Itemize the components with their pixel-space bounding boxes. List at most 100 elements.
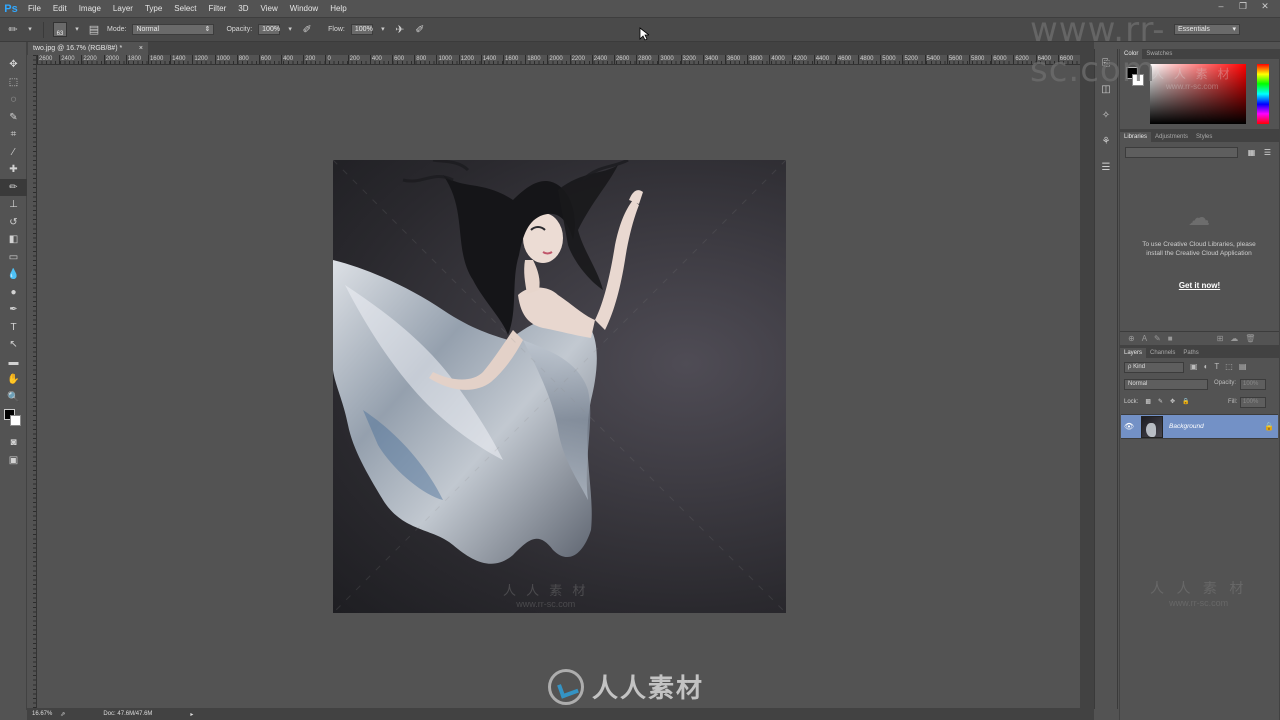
filter-smart-object-icon[interactable]: ▤ [1239, 362, 1247, 371]
flow-field[interactable]: 100% [350, 24, 373, 35]
trash-icon[interactable]: 🗑 [1245, 334, 1255, 343]
brush-tool-icon[interactable]: ✏ [0, 178, 27, 196]
zoom-tool-icon[interactable]: 🔍 [0, 389, 27, 407]
export-icon[interactable]: ⇗ [60, 711, 65, 718]
rectangle-tool-icon[interactable]: ▬ [0, 354, 27, 372]
move-tool-icon[interactable]: ✥ [0, 56, 27, 74]
lasso-tool-icon[interactable]: ◌ [0, 91, 27, 109]
tab-adjustments[interactable]: Adjustments [1151, 132, 1192, 142]
document-tab[interactable]: two.jpg @ 16.7% (RGB/8#) * × [28, 42, 148, 55]
canvas-area[interactable]: 人 人 素 材 www.rr-sc.com [37, 66, 1080, 710]
blend-mode-select[interactable]: Normal [1124, 379, 1208, 390]
chevron-down-icon[interactable]: ▾ [26, 23, 34, 37]
menu-file[interactable]: File [22, 0, 47, 17]
chevron-down-icon[interactable]: ▾ [73, 23, 81, 37]
clone-source-icon[interactable]: ⚘ [1095, 133, 1117, 151]
pen-tool-icon[interactable]: ✒ [0, 301, 27, 319]
lock-transparent-icon[interactable]: ▩ [1145, 398, 1151, 405]
menu-image[interactable]: Image [73, 0, 107, 17]
add-text-icon[interactable]: A [1142, 334, 1147, 343]
filter-adjustment-icon[interactable]: ◐ [1204, 362, 1209, 371]
tab-layers[interactable]: Layers [1120, 348, 1147, 358]
layer-opacity-field[interactable]: 100% [1240, 379, 1266, 390]
menu-layer[interactable]: Layer [107, 0, 139, 17]
vertical-ruler[interactable] [27, 55, 37, 710]
lock-position-icon[interactable]: ✥ [1170, 398, 1175, 405]
layer-filter-kind[interactable]: ρ Kind [1124, 362, 1184, 373]
brush-size-picker[interactable]: 63 [53, 22, 67, 37]
horizontal-ruler[interactable]: 2600 2400 2200 2000 1800 1600 1400 1200 1000 800 6… [37, 55, 1080, 65]
close-tab-icon[interactable]: × [139, 42, 143, 55]
add-brush-icon[interactable]: ✎ [1154, 334, 1161, 343]
lock-all-icon[interactable]: 🔒 [1182, 398, 1189, 405]
opacity-field[interactable]: 100% [258, 24, 281, 35]
chevron-down-icon[interactable]: ▾ [379, 23, 387, 37]
path-selection-tool-icon[interactable]: ↖ [0, 336, 27, 354]
filter-shape-icon[interactable]: ⬚ [1225, 362, 1233, 371]
image-watermark-en: www.rr-sc.com [516, 599, 576, 609]
marquee-tool-icon[interactable]: ⬚ [0, 74, 27, 92]
menu-window[interactable]: Window [284, 0, 324, 17]
add-graphic-icon[interactable]: ⊞ [1217, 334, 1224, 343]
mode-select[interactable]: Normal ⇕ [132, 24, 215, 35]
status-menu-arrow[interactable]: ▸ [190, 711, 193, 718]
color-swatches [0, 406, 27, 434]
healing-brush-tool-icon[interactable]: ✚ [0, 161, 27, 179]
filter-pixel-icon[interactable]: ▣ [1190, 362, 1198, 371]
menu-type[interactable]: Type [139, 0, 168, 17]
ruler-tick-label: 4000 [769, 55, 785, 64]
history-brush-tool-icon[interactable]: ↺ [0, 214, 27, 232]
site-watermark-logo: 人人素材 [548, 668, 704, 705]
ruler-tick-label: 2200 [81, 55, 97, 64]
menu-view[interactable]: View [255, 0, 284, 17]
ruler-tick-label: 2000 [103, 55, 119, 64]
brush-preset-icon[interactable]: ✏ [6, 23, 20, 37]
adjustments-icon[interactable]: ☰ [1095, 159, 1117, 177]
quick-selection-tool-icon[interactable]: ✎ [0, 109, 27, 127]
watermark-logo-icon [548, 668, 584, 705]
brush-presets-icon[interactable]: ✧ [1095, 107, 1117, 125]
get-it-now-link[interactable]: Get it now! [1120, 281, 1279, 290]
tab-styles[interactable]: Styles [1192, 132, 1216, 142]
grid-view-icon[interactable]: ▦ [1246, 147, 1257, 158]
layer-row-background[interactable]: 👁 Background 🔒 [1121, 414, 1278, 439]
layer-name[interactable]: Background [1169, 423, 1264, 430]
gradient-tool-icon[interactable]: ▭ [0, 249, 27, 267]
airbrush-icon[interactable]: ✈ [393, 23, 407, 37]
add-content-icon[interactable]: ⊕ [1128, 334, 1135, 343]
dodge-tool-icon[interactable]: ● [0, 284, 27, 302]
menu-select[interactable]: Select [168, 0, 202, 17]
screen-mode-icon[interactable]: ▣ [0, 452, 27, 470]
pressure-size-icon[interactable]: ✐ [413, 23, 427, 37]
menu-help[interactable]: Help [324, 0, 352, 17]
fill-field[interactable]: 100% [1240, 397, 1266, 408]
tab-libraries[interactable]: Libraries [1120, 132, 1152, 142]
lock-pixels-icon[interactable]: ✎ [1158, 398, 1163, 405]
document-image[interactable]: 人 人 素 材 www.rr-sc.com [333, 160, 786, 613]
filter-type-icon[interactable]: T [1214, 362, 1219, 371]
hand-tool-icon[interactable]: ✋ [0, 371, 27, 389]
ruler-tick-label: 2400 [59, 55, 75, 64]
menu-filter[interactable]: Filter [203, 0, 233, 17]
tab-channels[interactable]: Channels [1146, 348, 1179, 358]
cloud-sync-icon[interactable]: ☁ [1230, 334, 1238, 343]
visibility-eye-icon[interactable]: 👁 [1121, 422, 1137, 431]
brush-panel-toggle-icon[interactable]: ▤ [87, 23, 101, 37]
tab-paths[interactable]: Paths [1179, 348, 1202, 358]
clone-stamp-tool-icon[interactable]: ⊥ [0, 196, 27, 214]
menu-edit[interactable]: Edit [47, 0, 73, 17]
blur-tool-icon[interactable]: 💧 [0, 266, 27, 284]
menu-3d[interactable]: 3D [232, 0, 254, 17]
zoom-level[interactable]: 16.67% [32, 711, 52, 717]
eraser-tool-icon[interactable]: ◧ [0, 231, 27, 249]
background-color-swatch[interactable] [10, 415, 21, 426]
list-view-icon[interactable]: ☰ [1262, 147, 1273, 158]
chevron-down-icon[interactable]: ▾ [286, 23, 294, 37]
pressure-opacity-icon[interactable]: ✐ [300, 23, 314, 37]
quick-mask-icon[interactable]: ◙ [0, 434, 27, 452]
type-tool-icon[interactable]: T [0, 319, 27, 337]
eyedropper-tool-icon[interactable]: ⁄ [0, 144, 27, 162]
library-select[interactable] [1125, 147, 1238, 158]
crop-tool-icon[interactable]: ⌗ [0, 126, 27, 144]
add-color-icon[interactable]: ■ [1168, 334, 1173, 343]
